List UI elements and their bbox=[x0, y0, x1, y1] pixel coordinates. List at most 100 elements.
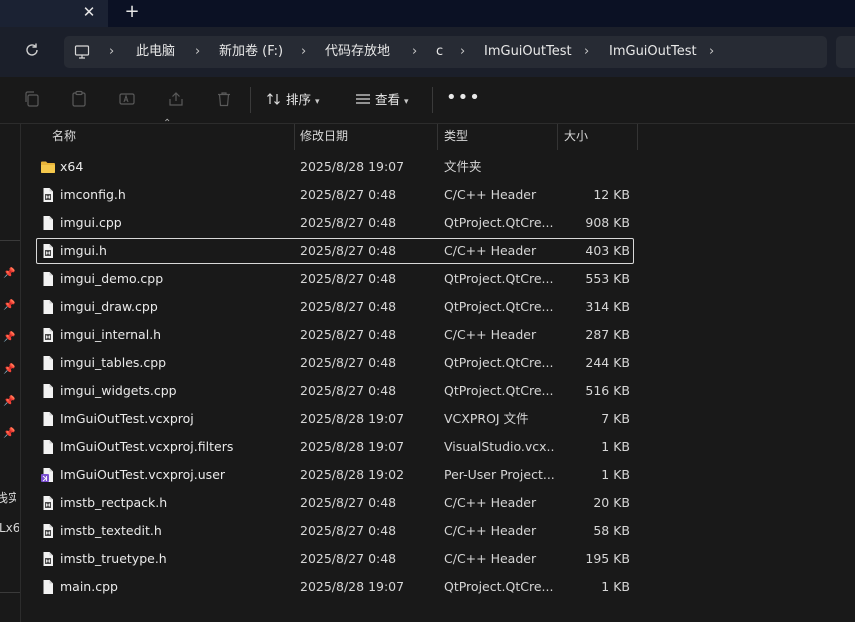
file-type: 文件夹 bbox=[444, 159, 482, 174]
column-divider[interactable] bbox=[637, 124, 638, 150]
column-divider[interactable] bbox=[557, 124, 558, 150]
chevron-right-icon[interactable]: › bbox=[195, 36, 200, 68]
share-icon[interactable] bbox=[167, 90, 185, 108]
breadcrumb-imguiouttest-1[interactable]: ImGuiOutTest bbox=[484, 36, 572, 68]
file-icon bbox=[40, 383, 56, 399]
file-type: C/C++ Header bbox=[444, 523, 537, 538]
file-modified-date: 2025/8/27 0:48 bbox=[300, 523, 397, 538]
sort-button[interactable]: 排序 ▾ bbox=[266, 87, 320, 113]
file-row[interactable]: main.cpp 2025/8/28 19:07 QtProject.QtCre..… bbox=[36, 574, 634, 600]
column-header-name[interactable]: 名称 bbox=[52, 124, 292, 150]
view-button[interactable]: 查看 ▾ bbox=[355, 87, 409, 113]
nav-divider bbox=[0, 240, 20, 241]
paste-icon[interactable] bbox=[70, 90, 88, 108]
close-tab-button[interactable]: ✕ bbox=[78, 1, 100, 23]
file-row[interactable]: ImGuiOutTest.vcxproj 2025/8/28 19:07 VCXPR… bbox=[36, 406, 634, 432]
search-box[interactable] bbox=[836, 36, 855, 68]
file-modified-date: 2025/8/27 0:48 bbox=[300, 243, 397, 258]
column-header-date[interactable]: 修改日期 bbox=[300, 124, 436, 150]
chevron-right-icon[interactable]: › bbox=[109, 36, 114, 68]
file-size: 1 KB bbox=[601, 439, 630, 454]
file-row[interactable]: imgui_demo.cpp 2025/8/27 0:48 QtProject.Qt… bbox=[36, 266, 634, 292]
command-toolbar: 排序 ▾ 查看 ▾ ••• bbox=[0, 77, 855, 124]
file-modified-date: 2025/8/28 19:07 bbox=[300, 159, 405, 174]
pin-icon[interactable]: 📌 bbox=[3, 300, 15, 312]
file-type: C/C++ Header bbox=[444, 327, 537, 342]
chevron-right-icon[interactable]: › bbox=[412, 36, 417, 68]
file-modified-date: 2025/8/27 0:48 bbox=[300, 383, 397, 398]
copy-icon[interactable] bbox=[23, 90, 41, 108]
file-row[interactable]: imconfig.h 2025/8/27 0:48 C/C++ Header 12 K… bbox=[36, 182, 634, 208]
sort-icon bbox=[267, 93, 280, 105]
file-name: main.cpp bbox=[60, 579, 118, 594]
file-modified-date: 2025/8/28 19:07 bbox=[300, 411, 405, 426]
chevron-right-icon[interactable]: › bbox=[460, 36, 465, 68]
nav-item-label[interactable]: Lx6 bbox=[0, 521, 19, 535]
header-file-icon bbox=[40, 551, 56, 567]
file-name: imgui.cpp bbox=[60, 215, 122, 230]
file-row[interactable]: imstb_textedit.h 2025/8/27 0:48 C/C++ Head… bbox=[36, 518, 634, 544]
column-header-type[interactable]: 类型 bbox=[444, 124, 554, 150]
file-type: C/C++ Header bbox=[444, 243, 537, 258]
file-row[interactable]: ImGuiOutTest.vcxproj.filters 2025/8/28 19… bbox=[36, 434, 634, 460]
file-type: VCXPROJ 文件 bbox=[444, 411, 529, 426]
file-icon bbox=[40, 215, 56, 231]
refresh-icon[interactable] bbox=[22, 42, 42, 62]
column-divider[interactable] bbox=[294, 124, 295, 150]
folder-icon bbox=[40, 159, 56, 175]
file-row[interactable]: ImGuiOutTest.vcxproj.user 2025/8/28 19:02… bbox=[36, 462, 634, 488]
pin-icon[interactable]: 📌 bbox=[3, 268, 15, 280]
rename-icon[interactable] bbox=[118, 90, 136, 108]
file-size: 516 KB bbox=[585, 383, 630, 398]
navigation-pane: 📌 📌 📌 📌 📌 📌 浅实 Lx6 bbox=[0, 124, 21, 622]
this-pc-icon bbox=[74, 44, 90, 60]
toolbar-divider bbox=[432, 87, 433, 113]
file-modified-date: 2025/8/27 0:48 bbox=[300, 551, 397, 566]
address-bar[interactable]: › 此电脑 › 新加卷 (F:) › 代码存放地 › c › ImGuiOutT… bbox=[64, 36, 827, 68]
file-name: imgui.h bbox=[60, 243, 107, 258]
breadcrumb-c[interactable]: c bbox=[436, 36, 443, 68]
file-name: imgui_widgets.cpp bbox=[60, 383, 177, 398]
nav-divider bbox=[0, 592, 20, 593]
file-row[interactable]: imgui.cpp 2025/8/27 0:48 QtProject.QtCre..… bbox=[36, 210, 634, 236]
folder-row[interactable]: x64 2025/8/28 19:07 文件夹 bbox=[36, 154, 634, 180]
file-icon bbox=[40, 355, 56, 371]
more-options-button[interactable]: ••• bbox=[446, 87, 480, 113]
breadcrumb-code-folder[interactable]: 代码存放地 bbox=[325, 36, 390, 68]
column-header-size[interactable]: 大小 bbox=[564, 124, 634, 150]
file-name: ImGuiOutTest.vcxproj.filters bbox=[60, 439, 234, 454]
chevron-down-icon: ▾ bbox=[314, 97, 320, 107]
file-row-selected[interactable]: imgui.h 2025/8/27 0:48 C/C++ Header 403 KB bbox=[36, 238, 634, 264]
file-row[interactable]: imgui_internal.h 2025/8/27 0:48 C/C++ Head… bbox=[36, 322, 634, 348]
column-divider[interactable] bbox=[437, 124, 438, 150]
breadcrumb-this-pc[interactable]: 此电脑 bbox=[136, 36, 175, 68]
chevron-right-icon[interactable]: › bbox=[301, 36, 306, 68]
pin-icon[interactable]: 📌 bbox=[3, 332, 15, 344]
file-row[interactable]: imgui_draw.cpp 2025/8/27 0:48 QtProject.Qt… bbox=[36, 294, 634, 320]
active-tab[interactable]: ✕ bbox=[0, 0, 108, 27]
nav-item-label[interactable]: 浅实 bbox=[0, 489, 16, 506]
header-file-icon bbox=[40, 523, 56, 539]
file-name: imstb_rectpack.h bbox=[60, 495, 168, 510]
delete-icon[interactable] bbox=[215, 90, 233, 108]
view-icon bbox=[356, 94, 370, 104]
breadcrumb-imguiouttest-2[interactable]: ImGuiOutTest bbox=[609, 36, 697, 68]
file-type: VisualStudio.vcx... bbox=[444, 439, 554, 454]
new-tab-button[interactable]: + bbox=[121, 1, 143, 23]
file-name: imgui_internal.h bbox=[60, 327, 162, 342]
file-name: imstb_textedit.h bbox=[60, 523, 162, 538]
pin-icon[interactable]: 📌 bbox=[3, 428, 15, 440]
file-row[interactable]: imstb_rectpack.h 2025/8/27 0:48 C/C++ Head… bbox=[36, 490, 634, 516]
breadcrumb-drive[interactable]: 新加卷 (F:) bbox=[219, 36, 283, 68]
chevron-right-icon[interactable]: › bbox=[709, 36, 714, 68]
pin-icon[interactable]: 📌 bbox=[3, 364, 15, 376]
chevron-right-icon[interactable]: › bbox=[584, 36, 589, 68]
file-row[interactable]: imgui_tables.cpp 2025/8/27 0:48 QtProject.… bbox=[36, 350, 634, 376]
file-row[interactable]: imstb_truetype.h 2025/8/27 0:48 C/C++ Head… bbox=[36, 546, 634, 572]
file-size: 314 KB bbox=[585, 299, 630, 314]
pin-icon[interactable]: 📌 bbox=[3, 396, 15, 408]
file-type: QtProject.QtCre... bbox=[444, 355, 554, 370]
file-type: QtProject.QtCre... bbox=[444, 215, 554, 230]
file-row[interactable]: imgui_widgets.cpp 2025/8/27 0:48 QtProject… bbox=[36, 378, 634, 404]
file-size: 908 KB bbox=[585, 215, 630, 230]
